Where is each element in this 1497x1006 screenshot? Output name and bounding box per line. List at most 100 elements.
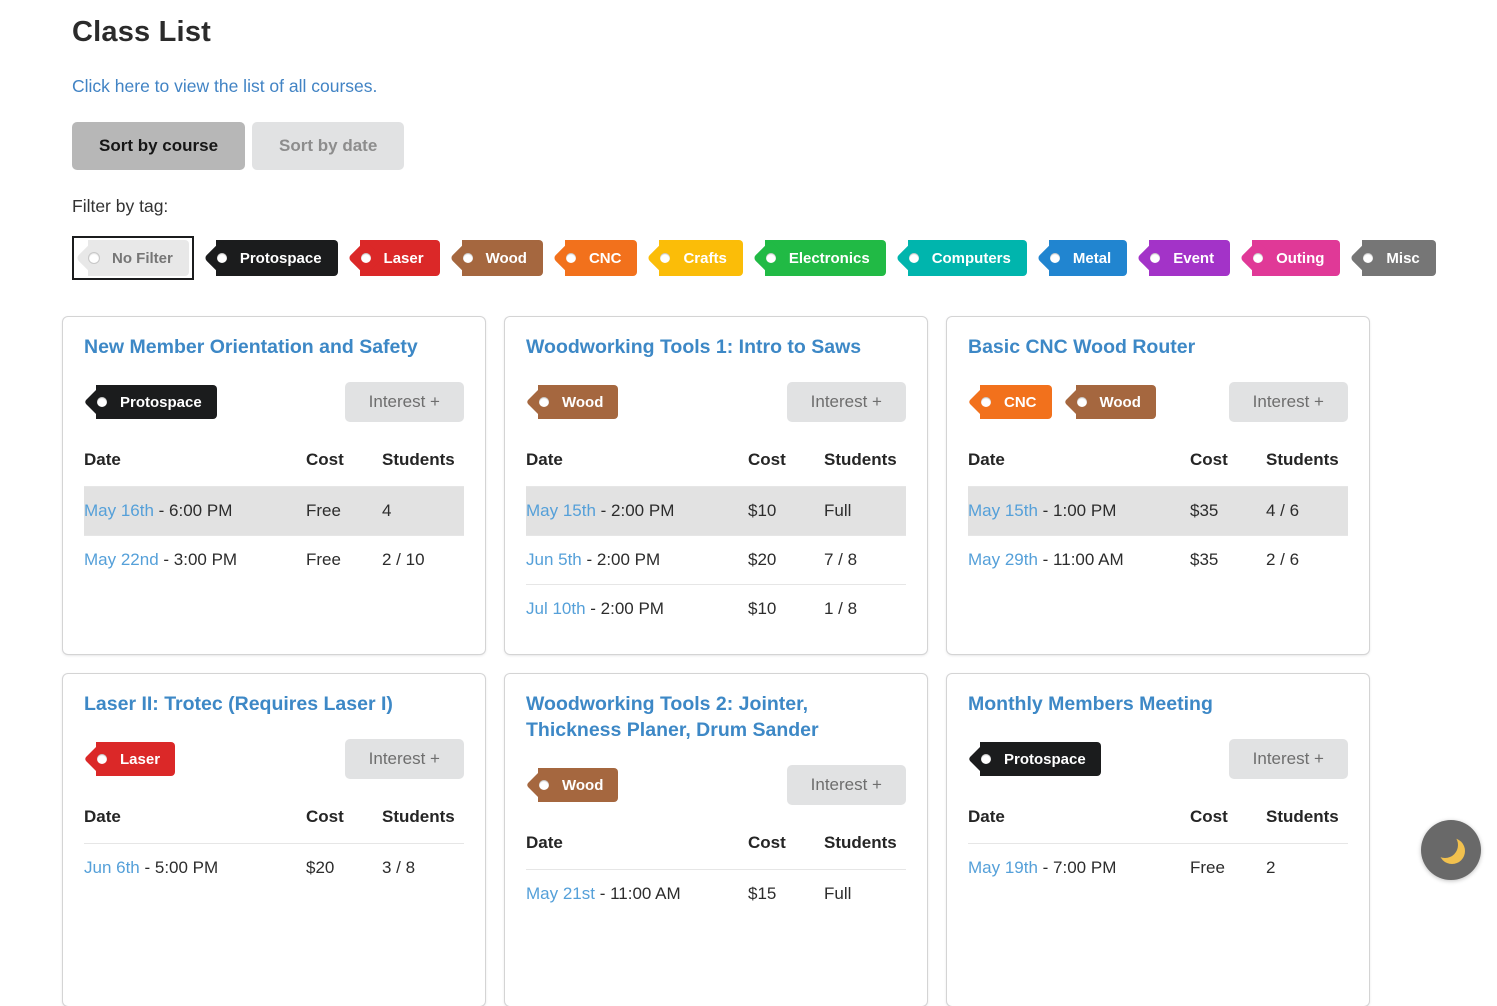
class-tag-wood: Wood: [1076, 385, 1156, 419]
session-students: Full: [824, 487, 906, 536]
session-students: 2 / 10: [382, 536, 464, 585]
sessions-table-header: DateCostStudents: [968, 795, 1348, 844]
col-header-date: Date: [968, 438, 1190, 487]
col-header-students: Students: [382, 438, 464, 487]
session-date-link[interactable]: Jun 6th: [84, 858, 140, 877]
filter-tag-outing[interactable]: Outing: [1252, 240, 1340, 276]
class-tag-protospace: Protospace: [980, 742, 1101, 776]
session-students: 4: [382, 487, 464, 536]
sessions-table: DateCostStudents May 15th - 1:00 PM $35 …: [968, 438, 1348, 584]
session-date-link[interactable]: May 15th: [968, 501, 1038, 520]
session-date-link[interactable]: May 19th: [968, 858, 1038, 877]
sort-by-date-button[interactable]: Sort by date: [252, 122, 404, 170]
tag-label: Outing: [1276, 250, 1324, 267]
filter-tag-row: No Filter Protospace Laser Wood CNC Crafts Ele…: [72, 236, 1497, 280]
session-date-link[interactable]: May 22nd: [84, 550, 159, 569]
filter-by-tag-label: Filter by tag:: [72, 196, 1497, 217]
filter-tag-wood[interactable]: Wood: [462, 240, 543, 276]
tag-hole-icon: [981, 754, 991, 764]
sort-by-course-button[interactable]: Sort by course: [72, 122, 245, 170]
class-title-link[interactable]: Woodworking Tools 1: Intro to Saws: [526, 334, 906, 360]
col-header-students: Students: [824, 438, 906, 487]
session-date-link[interactable]: May 29th: [968, 550, 1038, 569]
tag-hole-icon: [1077, 397, 1087, 407]
tag-label: Wood: [562, 777, 603, 794]
session-students: 1 / 8: [824, 585, 906, 634]
tag-label: No Filter: [112, 250, 173, 267]
class-card: Woodworking Tools 1: Intro to Saws Wood …: [505, 317, 927, 654]
session-date-link[interactable]: May 16th: [84, 501, 154, 520]
view-all-courses-link[interactable]: Click here to view the list of all cours…: [72, 76, 377, 97]
dark-mode-toggle-button[interactable]: [1421, 820, 1481, 880]
session-date-cell: Jul 10th - 2:00 PM: [526, 585, 748, 634]
class-card-meta: Laser Interest +: [84, 739, 464, 779]
filter-tag-electronics[interactable]: Electronics: [765, 240, 886, 276]
filter-tag-computers[interactable]: Computers: [908, 240, 1027, 276]
session-date-link[interactable]: May 15th: [526, 501, 596, 520]
session-date-cell: May 29th - 11:00 AM: [968, 536, 1190, 585]
class-card: New Member Orientation and Safety Protos…: [63, 317, 485, 654]
session-students: 7 / 8: [824, 536, 906, 585]
tag-hole-icon: [361, 253, 371, 263]
class-title-link[interactable]: Woodworking Tools 2: Jointer, Thickness …: [526, 691, 906, 743]
tag-hole-icon: [981, 397, 991, 407]
tag-hole-icon: [97, 397, 107, 407]
tag-hole-icon: [766, 253, 776, 263]
session-date-link[interactable]: Jun 5th: [526, 550, 582, 569]
sessions-table: DateCostStudents May 16th - 6:00 PM Free…: [84, 438, 464, 584]
class-card-meta: CNCWood Interest +: [968, 382, 1348, 422]
interest-button[interactable]: Interest +: [787, 382, 906, 422]
session-row: Jun 5th - 2:00 PM $20 7 / 8: [526, 536, 906, 585]
col-header-date: Date: [526, 821, 748, 870]
class-tag-protospace: Protospace: [96, 385, 217, 419]
col-header-cost: Cost: [748, 438, 824, 487]
filter-tag-protospace[interactable]: Protospace: [216, 240, 338, 276]
session-row: May 21st - 11:00 AM $15 Full: [526, 870, 906, 919]
interest-button[interactable]: Interest +: [787, 765, 906, 805]
tag-hole-icon: [539, 780, 549, 790]
interest-button[interactable]: Interest +: [345, 739, 464, 779]
session-date-cell: Jun 6th - 5:00 PM: [84, 844, 306, 893]
filter-tag-crafts[interactable]: Crafts: [659, 240, 742, 276]
tag-label: Protospace: [1004, 751, 1086, 768]
moon-icon: [1432, 832, 1458, 858]
interest-button[interactable]: Interest +: [1229, 382, 1348, 422]
interest-button[interactable]: Interest +: [1229, 739, 1348, 779]
tag-label: Electronics: [789, 250, 870, 267]
class-list-page: Class List Click here to view the list o…: [0, 0, 1497, 1006]
session-row: Jul 10th - 2:00 PM $10 1 / 8: [526, 585, 906, 634]
sessions-table: DateCostStudents May 15th - 2:00 PM $10 …: [526, 438, 906, 633]
tag-hole-icon: [1253, 253, 1263, 263]
session-date-link[interactable]: Jul 10th: [526, 599, 586, 618]
class-title-link[interactable]: Basic CNC Wood Router: [968, 334, 1348, 360]
class-card-meta: Protospace Interest +: [968, 739, 1348, 779]
sort-button-group: Sort by course Sort by date: [72, 122, 1497, 170]
filter-tag-no-filter[interactable]: No Filter: [88, 240, 189, 276]
sessions-table-header: DateCostStudents: [84, 438, 464, 487]
col-header-cost: Cost: [306, 438, 382, 487]
session-date-link[interactable]: May 21st: [526, 884, 595, 903]
interest-button[interactable]: Interest +: [345, 382, 464, 422]
class-title-link[interactable]: New Member Orientation and Safety: [84, 334, 464, 360]
filter-tag-misc[interactable]: Misc: [1362, 240, 1435, 276]
class-title-link[interactable]: Monthly Members Meeting: [968, 691, 1348, 717]
filter-tag-cnc[interactable]: CNC: [565, 240, 638, 276]
session-cost: $35: [1190, 536, 1266, 585]
col-header-students: Students: [824, 821, 906, 870]
tag-hole-icon: [89, 253, 99, 263]
filter-tag-laser[interactable]: Laser: [360, 240, 440, 276]
col-header-date: Date: [84, 795, 306, 844]
class-title-link[interactable]: Laser II: Trotec (Requires Laser I): [84, 691, 464, 717]
session-row: May 15th - 2:00 PM $10 Full: [526, 487, 906, 536]
col-header-cost: Cost: [1190, 438, 1266, 487]
class-tag-laser: Laser: [96, 742, 175, 776]
col-header-cost: Cost: [306, 795, 382, 844]
session-time: - 3:00 PM: [159, 550, 237, 569]
tag-hole-icon: [1363, 253, 1373, 263]
selected-filter-outline: No Filter: [72, 236, 194, 280]
tag-label: Wood: [562, 394, 603, 411]
class-card: Laser II: Trotec (Requires Laser I) Lase…: [63, 674, 485, 1006]
filter-tag-event[interactable]: Event: [1149, 240, 1230, 276]
filter-tag-metal[interactable]: Metal: [1049, 240, 1127, 276]
session-time: - 5:00 PM: [140, 858, 218, 877]
